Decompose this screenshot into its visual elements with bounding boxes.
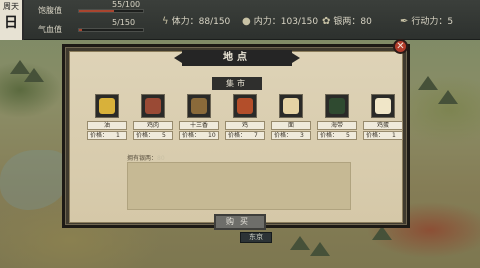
- item-icon[interactable]: [187, 94, 211, 118]
- mountain: [290, 236, 310, 250]
- item-icon[interactable]: [371, 94, 395, 118]
- item-name: 十三香: [179, 121, 219, 130]
- money-label-text: 拥有银两：: [127, 155, 158, 162]
- market-item[interactable]: 油价格： 1: [87, 94, 127, 140]
- item-price: 价格： 3: [271, 131, 311, 140]
- item-image: [329, 98, 345, 114]
- item-price: 价格： 10: [179, 131, 219, 140]
- stamina-value: 88/150: [198, 17, 231, 27]
- item-price-label: 价格：: [90, 132, 109, 139]
- silver-icon: ✿: [322, 16, 331, 27]
- action-value: 5: [447, 17, 454, 27]
- item-price-value: 3: [300, 132, 304, 139]
- buy-button[interactable]: 购买: [214, 214, 266, 230]
- health-bar-fill: [79, 29, 82, 31]
- item-name: 鸡: [225, 121, 265, 130]
- close-icon: ✕: [396, 41, 405, 52]
- health-label: 气血值: [38, 25, 62, 34]
- action-stat: ✒ 行动力：5: [400, 14, 453, 27]
- stamina-label: 体力：: [171, 17, 199, 27]
- dialog-subtitle: 集市: [212, 77, 262, 90]
- item-price: 价格： 7: [225, 131, 265, 140]
- satiety-value: 55/100: [112, 0, 141, 9]
- market-item[interactable]: 海带价格： 5: [317, 94, 357, 140]
- item-icon[interactable]: [325, 94, 349, 118]
- date-line-1: 周天: [3, 2, 19, 11]
- item-price-label: 价格：: [136, 132, 155, 139]
- mountain: [438, 90, 458, 104]
- item-name: 海带: [317, 121, 357, 130]
- item-price-label: 价格：: [366, 132, 385, 139]
- item-price-value: 1: [116, 132, 120, 139]
- market-item[interactable]: 十三香价格： 10: [179, 94, 219, 140]
- item-price-label: 价格：: [182, 132, 201, 139]
- silver-label: 银两：: [333, 17, 361, 27]
- item-price: 价格： 5: [133, 131, 173, 140]
- item-image: [375, 98, 391, 114]
- item-name: 鸡蛋: [363, 121, 403, 130]
- market-item[interactable]: 鸡蛋价格： 1: [363, 94, 403, 140]
- satiety-label: 饱腹值: [38, 6, 62, 15]
- item-price-value: 5: [346, 132, 350, 139]
- silver-value: 80: [360, 17, 372, 27]
- silver-stat: ✿ 银两：80: [322, 14, 372, 27]
- money-label: 拥有银两：80: [127, 153, 165, 162]
- qi-label: 内力：: [253, 17, 281, 27]
- item-name: 油: [87, 121, 127, 130]
- item-description-panel: [127, 162, 351, 210]
- status-bar: 周天 日 饱腹值 55/100 气血值 5/150 ϟ 体力：88/150 ● 内力…: [0, 0, 480, 40]
- market-item[interactable]: 面价格： 3: [271, 94, 311, 140]
- mountain: [24, 68, 44, 82]
- qi-value: 103/150: [280, 17, 319, 27]
- satiety-bar-fill: [79, 10, 115, 12]
- item-icon[interactable]: [95, 94, 119, 118]
- item-icon[interactable]: [233, 94, 257, 118]
- satiety-bar: [78, 9, 144, 13]
- item-name: 面: [271, 121, 311, 130]
- item-price-value: 5: [162, 132, 166, 139]
- market-item[interactable]: 鸡肉价格： 5: [133, 94, 173, 140]
- item-image: [237, 98, 253, 114]
- market-item[interactable]: 鸡价格： 7: [225, 94, 265, 140]
- item-price-label: 价格：: [320, 132, 339, 139]
- money-value: 80: [157, 155, 165, 162]
- qi-icon: ●: [242, 16, 251, 27]
- action-label: 行动力：: [411, 17, 448, 27]
- dialog-paper: 地点 集市 油价格： 1 鸡肉 价格： 5 十三香 价格： 10 鸡价格： 7 面价格： 3 海带 价格：…: [69, 50, 403, 230]
- mountain: [310, 242, 330, 256]
- city-label[interactable]: 东京: [240, 232, 272, 243]
- item-icon[interactable]: [279, 94, 303, 118]
- item-price: 价格： 1: [363, 131, 403, 140]
- item-price-label: 价格：: [274, 132, 293, 139]
- item-icon[interactable]: [141, 94, 165, 118]
- date-line-2: 日: [4, 15, 18, 31]
- dialog-title: 地点: [174, 50, 300, 66]
- river: [0, 150, 70, 210]
- mountain: [372, 226, 392, 240]
- item-image: [191, 98, 207, 114]
- stamina-icon: ϟ: [162, 16, 169, 27]
- health-value: 5/150: [112, 18, 136, 27]
- mountain: [418, 76, 438, 90]
- stamina-stat: ϟ 体力：88/150: [162, 14, 230, 27]
- action-icon: ✒: [400, 16, 409, 27]
- qi-stat: ● 内力：103/150: [242, 14, 318, 27]
- item-price: 价格： 5: [317, 131, 357, 140]
- item-price-value: 7: [254, 132, 258, 139]
- item-price-label: 价格：: [228, 132, 247, 139]
- health-bar: [78, 28, 144, 32]
- item-price-value: 1: [392, 132, 396, 139]
- item-price: 价格： 1: [87, 131, 127, 140]
- item-name: 鸡肉: [133, 121, 173, 130]
- item-image: [283, 98, 299, 114]
- close-button[interactable]: ✕: [393, 39, 408, 54]
- item-image: [145, 98, 161, 114]
- date-display: 周天 日: [0, 0, 24, 40]
- item-image: [99, 98, 115, 114]
- item-price-value: 10: [208, 132, 216, 139]
- market-dialog: 地点 集市 油价格： 1 鸡肉 价格： 5 十三香 价格： 10 鸡价格： 7 面价格： 3 海带 价格：…: [62, 44, 410, 230]
